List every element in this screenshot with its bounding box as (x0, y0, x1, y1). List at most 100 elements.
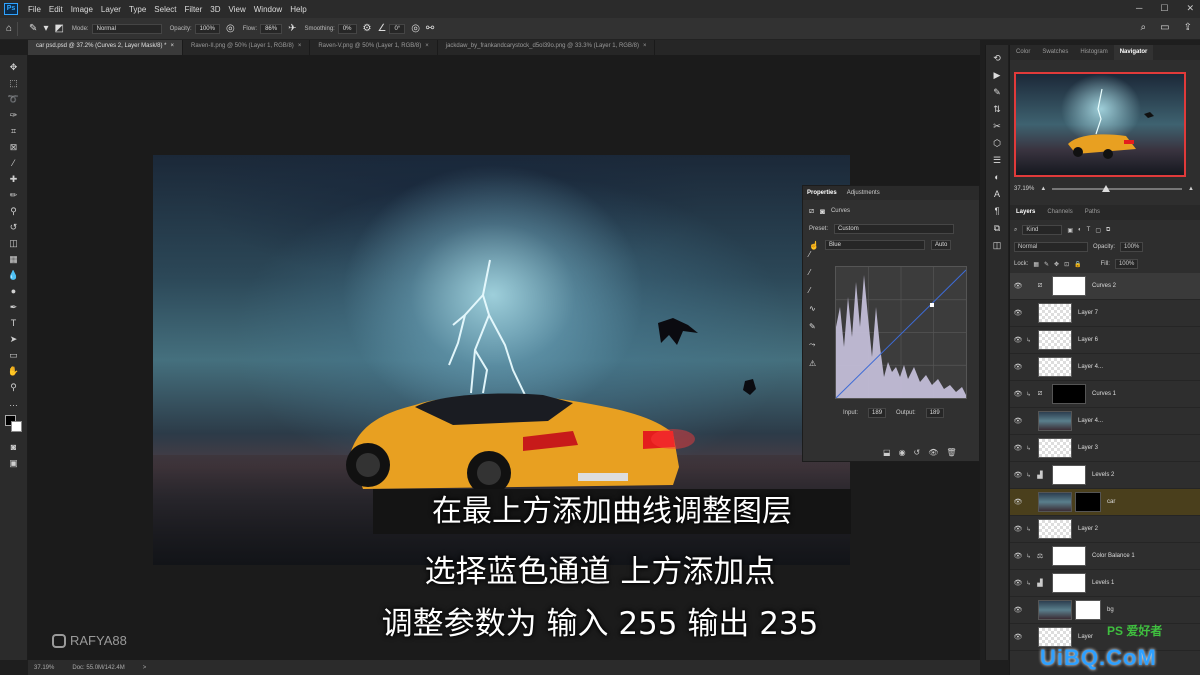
brush-tool-icon[interactable]: ✏ (6, 187, 22, 203)
layer-levels-1[interactable]: 👁 ↳ ▟ Levels 1 (1010, 570, 1200, 597)
navigator-zoom-value[interactable]: 37.19% (1014, 186, 1034, 192)
history-brush-icon[interactable]: ↺ (6, 219, 22, 235)
lasso-tool-icon[interactable]: ➰ (6, 91, 22, 107)
adjustments-icon[interactable]: ⇅ (993, 104, 1001, 115)
3d-icon[interactable]: ⬡ (993, 138, 1001, 149)
hand-tool-icon[interactable]: ✋ (6, 363, 22, 379)
crop-tool-icon[interactable]: ⌗ (6, 123, 22, 139)
brushes-icon[interactable]: ✎ (993, 87, 1001, 98)
gradient-tool-icon[interactable]: ▦ (6, 251, 22, 267)
clip-to-layer-icon[interactable]: ⬓ (883, 448, 891, 457)
layer-mask-thumbnail[interactable] (1075, 600, 1101, 620)
smoothing-gear-icon[interactable]: ⚙ (363, 23, 372, 34)
zoom-out-icon[interactable]: ▲ (1040, 186, 1046, 192)
tab-navigator[interactable]: Navigator (1113, 45, 1154, 60)
mode-select[interactable]: Normal (91, 23, 162, 34)
menu-select[interactable]: Select (150, 5, 180, 14)
layer-bg[interactable]: 👁 bg (1010, 597, 1200, 624)
paragraph-icon[interactable]: ¶ (995, 206, 1000, 217)
color-icon[interactable]: ◐ (994, 172, 999, 183)
color-swatches[interactable] (4, 415, 23, 433)
brush-settings-icon[interactable]: ▾ (43, 23, 48, 34)
visibility-eye-icon[interactable]: 👁 (1010, 417, 1026, 425)
pen-tool-icon[interactable]: ✒ (6, 299, 22, 315)
navigator-thumbnail[interactable] (1014, 72, 1186, 177)
tab-properties[interactable]: Properties (807, 190, 837, 196)
menu-layer[interactable]: Layer (97, 5, 125, 14)
move-tool-icon[interactable]: ✥ (6, 59, 22, 75)
shape-tool-icon[interactable]: ▭ (6, 347, 22, 363)
layer-mask-thumbnail[interactable] (1052, 465, 1086, 485)
visibility-eye-icon[interactable]: 👁 (1010, 498, 1026, 506)
background-color[interactable] (10, 421, 22, 432)
status-menu-arrow[interactable]: > (143, 665, 147, 671)
lock-paint-icon[interactable]: ✎ (1044, 261, 1049, 268)
visibility-eye-icon[interactable]: 👁 (1010, 552, 1026, 560)
close-icon[interactable]: × (643, 43, 647, 49)
input-field[interactable]: 189 (868, 408, 887, 418)
pencil-curve-icon[interactable]: ✎ (809, 322, 816, 331)
layer-car[interactable]: 👁 car (1010, 489, 1200, 516)
visibility-eye-icon[interactable]: 👁 (1010, 471, 1026, 479)
layer-3[interactable]: 👁 ↳ Layer 3 (1010, 435, 1200, 462)
home-icon[interactable]: ⌂ (6, 23, 12, 34)
blur-tool-icon[interactable]: 💧 (6, 267, 22, 283)
layer-opacity-field[interactable]: 100% (1120, 242, 1144, 252)
clipping-warning-icon[interactable]: ⚠ (809, 359, 816, 368)
menu-help[interactable]: Help (286, 5, 310, 14)
zoom-slider-knob[interactable] (1101, 185, 1110, 192)
smoothing-field[interactable]: 0% (337, 23, 357, 34)
visibility-eye-icon[interactable]: 👁 (1010, 336, 1026, 344)
minimize-icon[interactable]: ─ (1136, 3, 1142, 14)
layer-levels-2[interactable]: 👁 ↳ ▟ Levels 2 (1010, 462, 1200, 489)
layer-mask-thumbnail[interactable] (1052, 573, 1086, 593)
filter-adjust-icon[interactable]: ◐ (1078, 227, 1082, 233)
layer-curves-1[interactable]: 👁 ↳ ⧄ Curves 1 (1010, 381, 1200, 408)
character-icon[interactable]: A (994, 189, 1000, 200)
stamp-tool-icon[interactable]: ⚲ (6, 203, 22, 219)
layer-4-copy-a[interactable]: 👁 Layer 4... (1010, 354, 1200, 381)
visibility-icon[interactable]: 👁 (928, 448, 938, 457)
white-point-eyedropper-icon[interactable]: ⁄ (809, 286, 816, 295)
pressure-opacity-icon[interactable]: ◎ (226, 23, 235, 34)
visibility-eye-icon[interactable]: 👁 (1010, 633, 1026, 641)
layer-4-copy-b[interactable]: 👁 Layer 4... (1010, 408, 1200, 435)
path-select-icon[interactable]: ➤ (6, 331, 22, 347)
layer-mask-thumbnail[interactable] (1052, 546, 1086, 566)
tab-paths[interactable]: Paths (1079, 205, 1106, 220)
lock-artboard-icon[interactable]: ⊡ (1064, 261, 1069, 268)
zoom-in-icon[interactable]: ▲ (1188, 186, 1194, 192)
maximize-icon[interactable]: ☐ (1160, 3, 1168, 14)
layer-color-balance-1[interactable]: 👁 ↳ ⚖ Color Balance 1 (1010, 543, 1200, 570)
filter-pixel-icon[interactable]: ▣ (1067, 227, 1073, 234)
libraries-icon[interactable]: ⧉ (994, 223, 1000, 234)
menu-window[interactable]: Window (250, 5, 286, 14)
type-tool-icon[interactable]: T (6, 315, 22, 331)
layer-2[interactable]: 👁 ↳ Layer 2 (1010, 516, 1200, 543)
close-icon[interactable]: × (298, 43, 302, 49)
menu-type[interactable]: Type (125, 5, 150, 14)
reset-icon[interactable]: ↺ (914, 448, 921, 457)
smooth-curve-icon[interactable]: ⤳ (809, 340, 816, 350)
visibility-eye-icon[interactable]: 👁 (1010, 282, 1026, 290)
layer-mask-thumbnail[interactable] (1052, 276, 1086, 296)
fill-field[interactable]: 100% (1114, 259, 1139, 269)
lock-move-icon[interactable]: ✥ (1054, 261, 1059, 268)
zoom-tool-icon[interactable]: ⚲ (6, 379, 22, 395)
pressure-size-icon[interactable]: ◎ (411, 23, 420, 34)
tab-jackdaw[interactable]: jackdaw_by_frankandcarystock_d5ol39o.png… (438, 40, 656, 55)
dodge-tool-icon[interactable]: ● (6, 283, 22, 299)
menu-3d[interactable]: 3D (206, 5, 224, 14)
layer-curves-2[interactable]: 👁 ⧄ Curves 2 (1010, 273, 1200, 300)
visibility-eye-icon[interactable]: 👁 (1010, 525, 1026, 533)
workspace-icon[interactable]: ▭ (1160, 22, 1169, 33)
flow-field[interactable]: 86% (260, 23, 283, 34)
black-point-eyedropper-icon[interactable]: ⁄ (809, 250, 816, 259)
menu-image[interactable]: Image (67, 5, 97, 14)
visibility-eye-icon[interactable]: 👁 (1010, 579, 1026, 587)
layer-mask-thumbnail[interactable] (1052, 384, 1086, 404)
visibility-eye-icon[interactable]: 👁 (1010, 363, 1026, 371)
search-icon[interactable]: ⌕ (1141, 22, 1147, 33)
brush-panel-icon[interactable]: ◩ (54, 23, 63, 34)
view-previous-icon[interactable]: ◉ (899, 448, 906, 457)
